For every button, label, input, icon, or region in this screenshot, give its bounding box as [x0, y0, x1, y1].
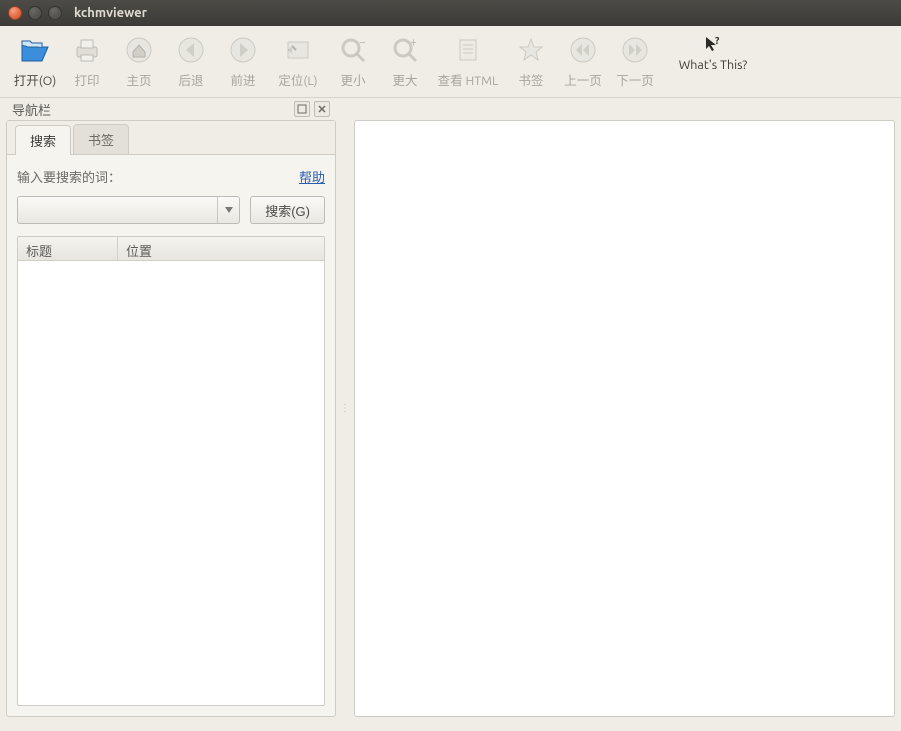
- tab-search[interactable]: 搜索: [15, 125, 71, 155]
- close-icon[interactable]: [8, 6, 22, 20]
- home-button[interactable]: 主页: [114, 30, 164, 94]
- document-icon: [452, 34, 484, 66]
- back-label: 后退: [178, 70, 203, 89]
- locate-icon: [282, 34, 314, 66]
- whats-this-label: What's This?: [679, 58, 748, 72]
- svg-text:?: ?: [715, 35, 720, 46]
- arrow-right-icon: [227, 34, 259, 66]
- toolbar: 打开(O) 打印 主页 后退: [0, 26, 901, 98]
- search-results-table: 标题 位置: [17, 236, 325, 706]
- search-input[interactable]: [18, 203, 217, 218]
- table-header: 标题 位置: [18, 237, 324, 261]
- zoom-out-button[interactable]: − 更小: [328, 30, 378, 94]
- content-panel: [354, 120, 895, 717]
- home-label: 主页: [126, 70, 151, 89]
- folder-open-icon: [19, 34, 51, 66]
- nav-panel-title: 导航栏: [12, 100, 51, 119]
- prev-page-button[interactable]: 上一页: [558, 30, 608, 94]
- bookmark-label: 书签: [518, 70, 543, 89]
- close-panel-icon[interactable]: [314, 101, 330, 117]
- svg-text:−: −: [359, 36, 366, 49]
- search-combo[interactable]: [17, 196, 240, 224]
- arrow-left-icon: [175, 34, 207, 66]
- open-label: 打开(O): [14, 70, 57, 89]
- double-arrow-right-icon: [619, 34, 651, 66]
- zoom-in-icon: +: [389, 34, 421, 66]
- nav-tabs: 搜索 书签: [7, 121, 335, 155]
- locate-button[interactable]: 定位(L): [270, 30, 326, 94]
- nav-panel-body: 搜索 书签 输入要搜索的词： 帮助 搜索(G): [6, 120, 336, 717]
- forward-button[interactable]: 前进: [218, 30, 268, 94]
- prev-page-label: 上一页: [564, 70, 602, 89]
- zoom-in-button[interactable]: + 更大: [380, 30, 430, 94]
- tab-bookmark[interactable]: 书签: [73, 124, 129, 154]
- view-html-label: 查看 HTML: [438, 70, 499, 89]
- bookmark-button[interactable]: 书签: [506, 30, 556, 94]
- zoom-out-label: 更小: [340, 70, 365, 89]
- titlebar: kchmviewer: [0, 0, 901, 26]
- next-page-label: 下一页: [616, 70, 654, 89]
- open-button[interactable]: 打开(O): [10, 30, 60, 94]
- nav-panel-header: 导航栏: [6, 98, 336, 120]
- locate-label: 定位(L): [278, 70, 317, 89]
- svg-text:+: +: [410, 36, 417, 49]
- detach-icon[interactable]: [294, 101, 310, 117]
- whats-this-button[interactable]: ? What's This?: [662, 30, 752, 94]
- nav-panel: 导航栏 搜索 书签 输入要搜索的词： 帮助: [6, 98, 336, 717]
- chevron-down-icon[interactable]: [217, 197, 239, 223]
- search-prompt: 输入要搜索的词：: [17, 167, 121, 186]
- star-icon: [515, 34, 547, 66]
- print-button[interactable]: 打印: [62, 30, 112, 94]
- zoom-in-label: 更大: [392, 70, 417, 89]
- main-area: 导航栏 搜索 书签 输入要搜索的词： 帮助: [0, 98, 901, 723]
- maximize-icon[interactable]: [48, 6, 62, 20]
- help-link[interactable]: 帮助: [299, 167, 325, 186]
- forward-label: 前进: [230, 70, 255, 89]
- col-title[interactable]: 标题: [18, 237, 118, 260]
- printer-icon: [71, 34, 103, 66]
- window-controls: [8, 6, 62, 20]
- double-arrow-left-icon: [567, 34, 599, 66]
- back-button[interactable]: 后退: [166, 30, 216, 94]
- table-body: [18, 261, 324, 705]
- col-location[interactable]: 位置: [118, 237, 324, 260]
- search-area: 输入要搜索的词： 帮助 搜索(G) 标题 位置: [7, 155, 335, 716]
- minimize-icon[interactable]: [28, 6, 42, 20]
- print-label: 打印: [74, 70, 99, 89]
- next-page-button[interactable]: 下一页: [610, 30, 660, 94]
- window-title: kchmviewer: [74, 6, 147, 20]
- search-go-button[interactable]: 搜索(G): [250, 196, 325, 224]
- splitter[interactable]: ⋮: [342, 98, 348, 717]
- view-html-button[interactable]: 查看 HTML: [432, 30, 504, 94]
- zoom-out-icon: −: [337, 34, 369, 66]
- cursor-help-icon: ?: [697, 34, 729, 54]
- home-icon: [123, 34, 155, 66]
